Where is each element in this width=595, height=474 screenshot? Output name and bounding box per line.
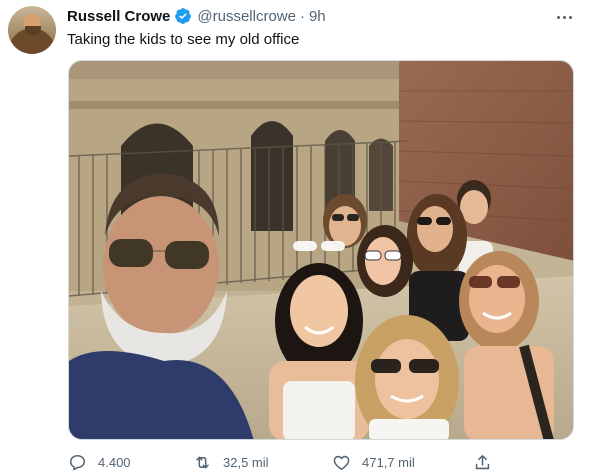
reply-icon xyxy=(70,454,85,470)
person-back-left xyxy=(323,194,367,248)
reply-count: 4.400 xyxy=(98,454,131,470)
heart-icon xyxy=(333,455,350,470)
selfie-photo xyxy=(69,61,573,439)
avatar[interactable] xyxy=(8,6,56,54)
avatar-beard xyxy=(25,26,41,36)
more-icon[interactable] xyxy=(550,8,578,26)
retweet-count: 32,5 mil xyxy=(223,454,269,470)
retweet-icon xyxy=(196,456,209,468)
handle[interactable]: @russellcrowe xyxy=(197,8,296,25)
time-separator: · xyxy=(299,7,305,25)
person-white-sunglasses xyxy=(357,225,413,297)
tweet-actions: 4.400 32,5 mil 471,7 mil xyxy=(68,452,508,472)
verified-badge-icon xyxy=(175,8,192,24)
tweet-photo[interactable] xyxy=(68,60,574,440)
tweet-header: Russell Crowe @russellcrowe · 9h xyxy=(67,6,326,26)
display-name[interactable]: Russell Crowe xyxy=(67,8,170,25)
tweet: Russell Crowe @russellcrowe · 9h Taking … xyxy=(0,0,595,474)
like-count: 471,7 mil xyxy=(362,454,415,470)
like-button[interactable]: 471,7 mil xyxy=(332,452,415,472)
share-button[interactable] xyxy=(473,452,492,472)
retweet-button[interactable]: 32,5 mil xyxy=(193,452,269,472)
share-icon xyxy=(475,454,490,469)
timestamp[interactable]: 9h xyxy=(309,8,326,25)
tweet-text: Taking the kids to see my old office xyxy=(67,31,300,48)
reply-button[interactable]: 4.400 xyxy=(68,452,131,472)
